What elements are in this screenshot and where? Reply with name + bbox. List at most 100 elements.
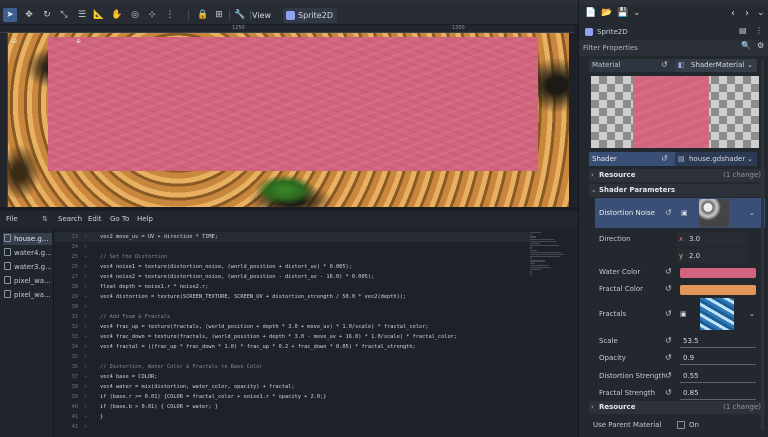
code-line[interactable]: 24 »	[54, 242, 530, 252]
code-line[interactable]: 26 » vec4 noise1 = texture(distortion_nois…	[54, 262, 530, 272]
viewport-scrollbar[interactable]	[569, 33, 574, 207]
filter-properties-input[interactable]: Filter Properties 🔍 ⚙	[579, 40, 768, 56]
code-line[interactable]: 31 » // Add Foam & Fractals	[54, 312, 530, 322]
pan-tool-icon[interactable]: ✋	[110, 8, 124, 22]
code-line[interactable]: 38 » vec4 water = mix(distortion, water_co…	[54, 382, 530, 392]
save-icon[interactable]: 💾	[617, 8, 628, 18]
new-resource-icon[interactable]: 📄	[585, 8, 596, 18]
code-line[interactable]: 32 » vec4 frac_up = texture(fractals, (wor…	[54, 322, 530, 332]
history-back-icon[interactable]: ‹	[731, 8, 735, 19]
code-line[interactable]: 25 » // Set the Distortion	[54, 252, 530, 262]
code-line[interactable]: 30 »	[54, 302, 530, 312]
history-list-icon[interactable]: ⌄	[757, 8, 765, 18]
menu-edit[interactable]: Edit	[88, 211, 102, 228]
doc-icon[interactable]: ▤	[739, 26, 747, 35]
direction-y-field[interactable]: y 2.0	[677, 249, 749, 263]
code-line[interactable]: 41 »}	[54, 412, 530, 422]
water-sprite[interactable]	[48, 37, 538, 171]
zoom-out-icon[interactable]: ⊖	[12, 37, 17, 47]
code-line[interactable]: 27 » vec4 noise2 = texture(distortion_nois…	[54, 272, 530, 282]
opacity-value[interactable]: 0.9	[683, 352, 694, 364]
filter-options-icon[interactable]: ⚙	[757, 41, 764, 50]
code-line[interactable]: 37 » vec4 base = COLOR;	[54, 372, 530, 382]
code-line[interactable]: 34 » vec4 fractal = ((frac_up * frac_down …	[54, 342, 530, 352]
pivot-tool-icon[interactable]: ◎	[128, 8, 142, 22]
distortion-strength-slider[interactable]	[680, 382, 756, 383]
menu-file[interactable]: File	[6, 211, 18, 228]
code-line[interactable]: 23 » vec2 move_uv = UV + direction * TIME;	[54, 232, 530, 242]
revert-icon[interactable]: ↺	[665, 387, 672, 399]
shader-resource-picker[interactable]: ▤ house.gdshader ⌄	[675, 152, 757, 166]
code-line[interactable]: 42 »	[54, 422, 530, 432]
code-line[interactable]: 29 » vec4 distortion = texture(SCREEN_TEXT…	[54, 292, 530, 302]
fractal-strength-slider[interactable]	[680, 399, 756, 400]
file-item[interactable]: pixel_wa...	[3, 289, 52, 301]
code-line[interactable]: 36 » // Distortion, Water Color & Fractals…	[54, 362, 530, 372]
sort-icon[interactable]: ⇅	[42, 211, 48, 228]
revert-icon[interactable]: ↺	[665, 370, 672, 382]
revert-icon[interactable]: ↺	[665, 266, 672, 278]
distortion-strength-value[interactable]: 0.55	[683, 370, 699, 382]
noise-texture-preview[interactable]	[699, 199, 729, 227]
revert-icon[interactable]: ↺	[661, 153, 668, 165]
bone-tool-icon[interactable]: 🔧	[233, 8, 247, 22]
smart-snap-icon[interactable]: ⊹	[145, 8, 159, 22]
ruler-horizontal[interactable]: 1250 1300	[0, 25, 574, 33]
resource-section[interactable]: › Resource (1 change)	[589, 169, 765, 182]
code-editor[interactable]: 23 » vec2 move_uv = UV + direction * TIME;…	[54, 228, 578, 437]
direction-x-field[interactable]: x 3.0	[677, 232, 749, 246]
scale-slider[interactable]	[680, 347, 756, 348]
opacity-slider[interactable]	[680, 364, 756, 365]
menu-help[interactable]: Help	[137, 211, 153, 228]
revert-icon[interactable]: ↺	[665, 335, 672, 347]
code-line[interactable]: 35 »	[54, 352, 530, 362]
fractals-texture-preview[interactable]	[700, 298, 734, 330]
code-minimap[interactable]	[530, 231, 566, 291]
code-line[interactable]: 33 » vec4 frac_down = texture(fractals, (w…	[54, 332, 530, 342]
file-item[interactable]: water3.g...	[3, 261, 52, 273]
sprite2d-menu-button[interactable]: Sprite2D	[283, 8, 337, 23]
move-tool-icon[interactable]: ✥	[22, 8, 36, 22]
file-item[interactable]: pixel_wa...	[3, 275, 52, 287]
fractal-color-picker[interactable]	[680, 285, 756, 295]
revert-icon[interactable]: ↺	[665, 283, 672, 295]
list-select-icon[interactable]: ☰	[75, 8, 89, 22]
shader-parameters-section[interactable]: ⌄ Shader Parameters	[589, 184, 765, 197]
object-menu-icon[interactable]: ⋮	[755, 26, 763, 35]
inspector-node-row[interactable]: Sprite2D ▤ ⋮	[579, 24, 768, 40]
revert-icon[interactable]: ↺	[665, 207, 672, 219]
history-forward-icon[interactable]: ›	[745, 8, 749, 19]
revert-icon[interactable]: ↺	[665, 352, 672, 364]
use-parent-material-checkbox[interactable]	[677, 421, 685, 429]
scale-value[interactable]: 53.5	[683, 335, 699, 347]
more-icon[interactable]: ⌄	[633, 8, 641, 18]
material-resource-picker[interactable]: ShaderMaterial ◧ ⌄	[675, 59, 757, 72]
chevron-down-icon[interactable]: ⌄	[749, 207, 755, 219]
select-tool-icon[interactable]: ➤	[3, 8, 17, 22]
open-folder-icon[interactable]: 📂	[601, 8, 612, 18]
group-icon[interactable]: ⊞	[212, 8, 226, 22]
water-color-picker[interactable]	[680, 268, 756, 278]
code-line[interactable]: 28 » float depth = noise1.r * noise2.r;	[54, 282, 530, 292]
scale-tool-icon[interactable]: ⤡	[57, 8, 71, 22]
menu-goto[interactable]: Go To	[110, 211, 129, 228]
chevron-down-icon[interactable]: ⌄	[749, 308, 755, 320]
revert-icon[interactable]: ↺	[661, 59, 668, 71]
rotate-tool-icon[interactable]: ↻	[40, 8, 54, 22]
grid-snap-icon[interactable]: ⋮	[163, 8, 177, 22]
ruler-vertical[interactable]	[0, 33, 8, 207]
lock-icon[interactable]: 🔒	[196, 8, 210, 22]
ruler-tool-icon[interactable]: 📐	[92, 8, 106, 22]
code-line[interactable]: 39 » if (base.r >= 0.01) {COLOR = fractal_…	[54, 392, 530, 402]
zoom-in-icon[interactable]: ⊕	[76, 37, 81, 47]
file-item[interactable]: house.g...	[3, 233, 52, 245]
inspector-scrollbar[interactable]	[761, 60, 764, 430]
code-line[interactable]: 40 » if (base.b > 0.01) { COLOR = water; }	[54, 402, 530, 412]
file-item[interactable]: water4.g...	[3, 247, 52, 259]
fractal-strength-value[interactable]: 0.85	[683, 387, 699, 399]
view-menu-button[interactable]: View	[252, 9, 271, 22]
zoom-level[interactable]: ···	[24, 37, 30, 47]
revert-icon[interactable]: ↺	[665, 308, 672, 320]
resource-section-2[interactable]: › Resource (1 change)	[589, 401, 765, 414]
canvas-viewport[interactable]: 1250 1300 ⊖ ··· ⊕	[0, 25, 574, 207]
